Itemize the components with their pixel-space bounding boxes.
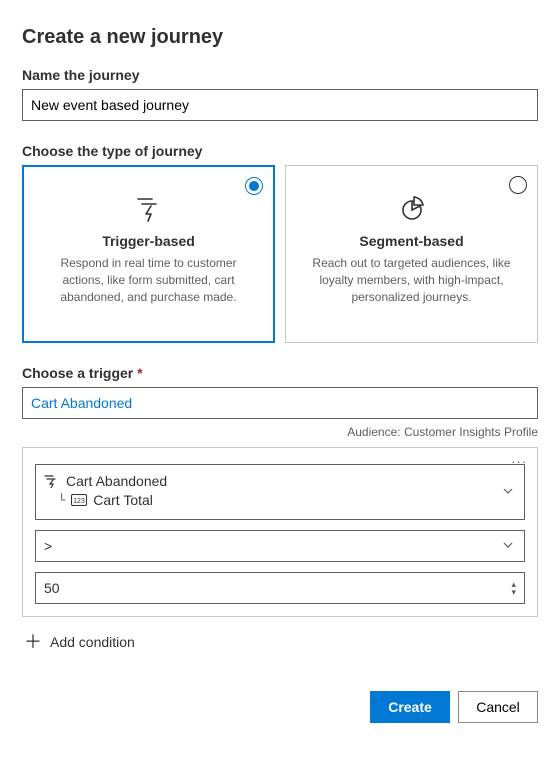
value-input[interactable]: 50 ▴▾: [35, 572, 525, 604]
tree-elbow-icon: └: [58, 493, 65, 507]
attribute-selector[interactable]: Cart Abandoned └ 123 Cart Total: [35, 464, 525, 520]
radio-unselected-icon: [509, 176, 527, 194]
trigger-input[interactable]: [22, 387, 538, 419]
journey-type-trigger-card[interactable]: Trigger-based Respond in real time to cu…: [22, 165, 275, 343]
attribute-root-text: Cart Abandoned: [66, 473, 167, 489]
chevron-down-icon: [502, 538, 514, 554]
chevron-down-icon: [502, 484, 514, 500]
journey-name-input[interactable]: [22, 89, 538, 121]
segment-icon: [298, 194, 525, 225]
radio-selected-icon: [245, 177, 263, 195]
name-label: Name the journey: [22, 67, 538, 83]
trigger-mini-icon: [44, 474, 60, 488]
page-title: Create a new journey: [22, 26, 538, 49]
journey-type-segment-card[interactable]: Segment-based Reach out to targeted audi…: [285, 165, 538, 343]
trigger-desc: Respond in real time to customer actions…: [35, 255, 262, 305]
spinner-icon[interactable]: ▴▾: [511, 581, 516, 596]
number-field-icon: 123: [71, 493, 87, 507]
operator-selector[interactable]: >: [35, 530, 525, 562]
add-condition-label: Add condition: [50, 634, 135, 650]
value-text: 50: [44, 580, 60, 596]
trigger-label: Choose a trigger *: [22, 365, 538, 381]
attribute-field-text: Cart Total: [93, 492, 153, 508]
segment-desc: Reach out to targeted audiences, like lo…: [298, 255, 525, 305]
type-label: Choose the type of journey: [22, 143, 538, 159]
audience-info: Audience: Customer Insights Profile: [22, 425, 538, 439]
add-condition-button[interactable]: ＋ Add condition: [24, 633, 538, 651]
trigger-icon: [35, 194, 262, 225]
cancel-button[interactable]: Cancel: [458, 691, 538, 723]
trigger-title: Trigger-based: [35, 233, 262, 249]
create-button[interactable]: Create: [370, 691, 450, 723]
plus-icon: ＋: [24, 633, 42, 651]
condition-panel: ··· Cart Abandoned └ 123 Car: [22, 447, 538, 617]
segment-title: Segment-based: [298, 233, 525, 249]
operator-text: >: [44, 538, 52, 554]
svg-text:123: 123: [73, 498, 85, 505]
